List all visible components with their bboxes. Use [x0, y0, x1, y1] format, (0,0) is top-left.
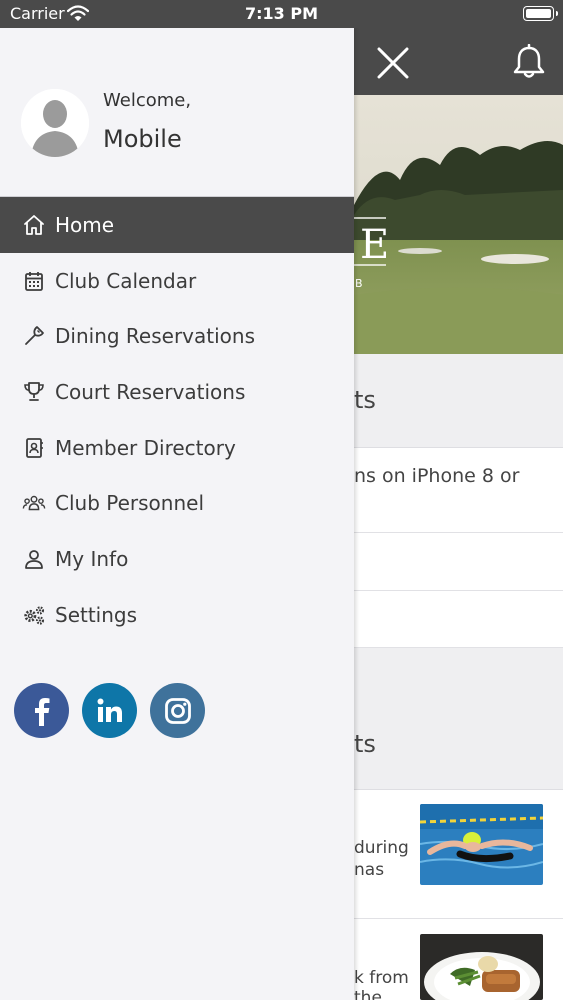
- menu-label: Court Reservations: [55, 379, 246, 404]
- drawer-menu: Home Club Calendar Dining Reservations C…: [0, 197, 354, 643]
- notifications-button[interactable]: [512, 43, 546, 80]
- user-icon: [22, 547, 46, 571]
- profile-section: Welcome, Mobile: [0, 28, 354, 197]
- menu-label: Dining Reservations: [55, 324, 255, 349]
- menu-item-club-calendar[interactable]: Club Calendar: [0, 253, 354, 309]
- avatar[interactable]: [21, 89, 89, 157]
- directory-icon: [22, 436, 46, 460]
- linkedin-icon: [97, 698, 122, 722]
- section-heading-1: ts: [354, 386, 376, 414]
- facebook-icon: [34, 697, 49, 726]
- menu-item-member-directory[interactable]: Member Directory: [0, 420, 354, 476]
- menu-item-dining-reservations[interactable]: Dining Reservations: [0, 308, 354, 364]
- menu-item-my-info[interactable]: My Info: [0, 531, 354, 587]
- news-thumbnail-food: [420, 934, 543, 1000]
- instagram-icon: [164, 697, 191, 724]
- hero-logo-letter: E: [360, 222, 390, 268]
- menu-item-settings[interactable]: Settings: [0, 587, 354, 643]
- gears-icon: [22, 603, 46, 627]
- side-drawer: Welcome, Mobile Home Club Calendar Dinin…: [0, 28, 354, 1000]
- close-icon: [377, 47, 409, 79]
- calendar-icon: [22, 269, 46, 293]
- menu-item-home[interactable]: Home: [0, 197, 354, 253]
- notice-text: ns on iPhone 8 or: [354, 465, 520, 487]
- person-silhouette-icon: [21, 89, 89, 157]
- close-menu-button[interactable]: [376, 46, 410, 80]
- clock-time: 7:13 PM: [244, 4, 318, 23]
- instagram-button[interactable]: [150, 683, 205, 738]
- news-text-line2: nas: [354, 860, 385, 880]
- news-text-line2: the: [354, 988, 382, 1000]
- bell-icon: [513, 43, 545, 78]
- menu-item-court-reservations[interactable]: Court Reservations: [0, 364, 354, 420]
- facebook-button[interactable]: [14, 683, 69, 738]
- news-thumbnail-swimmer: [420, 804, 543, 885]
- menu-label: Settings: [55, 602, 138, 627]
- news-text-line1: k from: [354, 968, 409, 988]
- battery-icon: [523, 6, 558, 21]
- news-text-line1: during: [354, 838, 409, 858]
- status-bar: Carrier 7:13 PM: [0, 0, 563, 28]
- hero-logo-sub: B: [355, 277, 363, 290]
- menu-item-club-personnel[interactable]: Club Personnel: [0, 475, 354, 531]
- menu-label: Club Personnel: [55, 491, 204, 516]
- welcome-text: Welcome,: [103, 90, 192, 111]
- menu-label: Home: [55, 212, 115, 237]
- home-icon: [22, 213, 46, 237]
- trophy-icon: [22, 380, 46, 404]
- menu-label: Member Directory: [55, 435, 236, 460]
- menu-label: Club Calendar: [55, 268, 197, 293]
- menu-label: My Info: [55, 546, 129, 571]
- section-heading-2: ts: [354, 730, 376, 758]
- linkedin-button[interactable]: [82, 683, 137, 738]
- username: Mobile: [103, 125, 182, 153]
- people-icon: [22, 491, 46, 515]
- utensils-icon: [22, 324, 46, 348]
